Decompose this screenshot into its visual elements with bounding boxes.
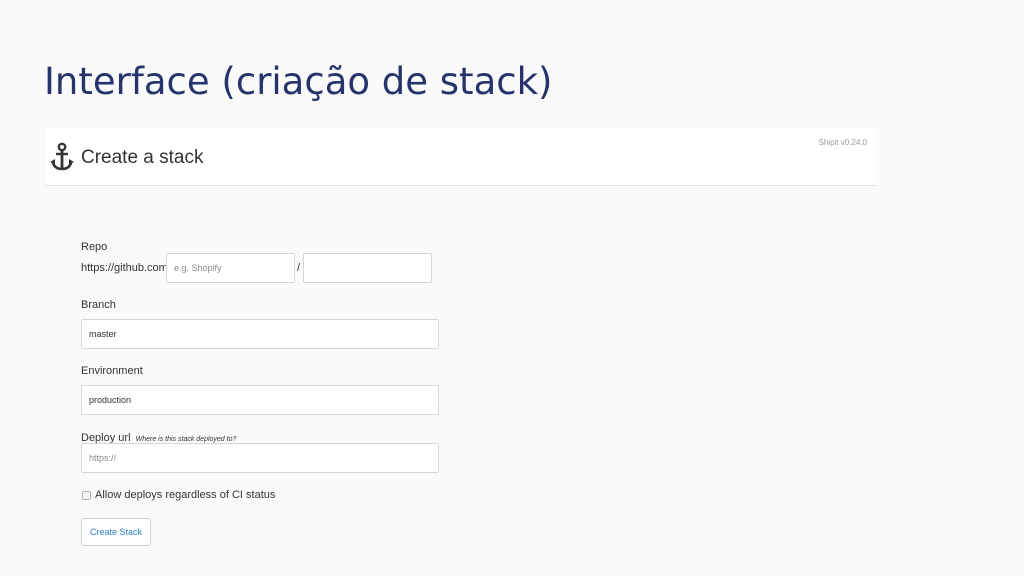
repo-owner-input[interactable] [166,253,295,283]
ci-status-checkbox-label: Allow deploys regardless of CI status [95,489,276,501]
branch-label: Branch [81,299,116,311]
repo-prefix: https://github.com / [81,262,174,274]
create-stack-button[interactable]: Create Stack [81,518,152,546]
ci-status-checkbox[interactable] [82,491,91,500]
slide-title: Interface (criação de stack) [44,60,553,103]
app-header: Create a stack Shipit v0.24.0 [45,128,876,186]
app-window: Create a stack Shipit v0.24.0 Repo https… [45,128,876,576]
repo-label: Repo [81,241,108,253]
repo-name-input[interactable] [303,253,432,283]
version-label: Shipit v0.24.0 [818,138,867,147]
branch-input[interactable] [81,319,439,349]
environment-label: Environment [81,365,143,377]
deploy-url-input[interactable] [81,443,439,473]
environment-input[interactable] [81,385,439,415]
deploy-url-hint: Where is this stack deployed to? [135,436,237,443]
anchor-icon [50,142,74,171]
repo-separator: / [297,262,301,274]
page-title: Create a stack [81,147,204,168]
